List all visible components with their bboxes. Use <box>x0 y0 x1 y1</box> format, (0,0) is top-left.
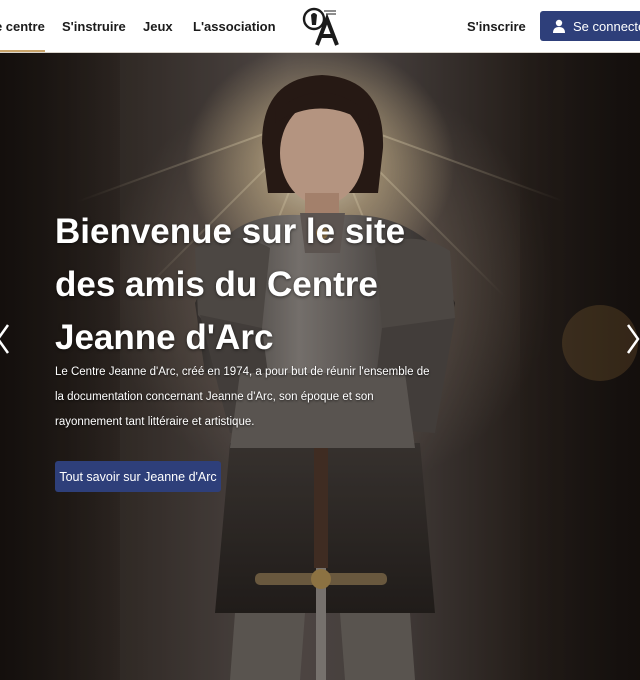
nav-item-lassociation[interactable]: L'association <box>193 0 276 52</box>
chevron-right-icon[interactable] <box>624 321 640 357</box>
nav-item-jeux[interactable]: Jeux <box>143 0 173 52</box>
hero-description: Le Centre Jeanne d'Arc, créé en 1974, a … <box>55 366 430 428</box>
hero-carousel: Bienvenue sur le site des amis du Centre… <box>0 53 640 680</box>
chevron-left-icon[interactable] <box>0 321 12 357</box>
register-link[interactable]: S'inscrire <box>467 0 526 52</box>
learn-more-button[interactable]: Tout savoir sur Jeanne d'Arc <box>55 461 221 492</box>
nav-item-sinstruire[interactable]: S'instruire <box>62 0 126 52</box>
nav-item-le-centre[interactable]: Le centre <box>0 0 45 52</box>
cja-logo-icon[interactable] <box>302 5 342 47</box>
site-header: Le centre S'instruire Jeux L'association… <box>0 0 640 53</box>
login-button-label: Se connecter <box>573 18 640 34</box>
user-icon <box>553 19 565 33</box>
login-button[interactable]: Se connecter <box>540 11 640 41</box>
hero-title: Bienvenue sur le site des amis du Centre… <box>55 212 406 357</box>
